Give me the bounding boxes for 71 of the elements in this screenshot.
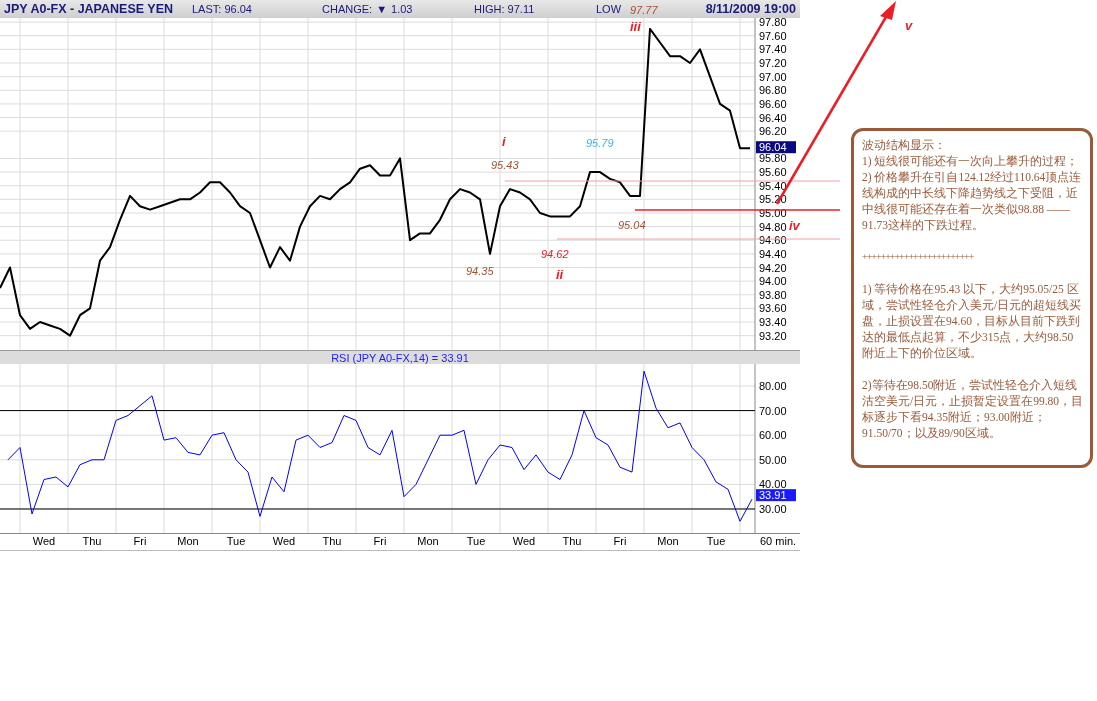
axis-label: 93.20 bbox=[759, 329, 787, 342]
wave-label: i bbox=[502, 134, 506, 149]
price-label: 95.43 bbox=[491, 159, 519, 171]
wave-label: ii bbox=[556, 267, 564, 282]
axis-label: 97.60 bbox=[759, 29, 787, 42]
axis-label: 95.40 bbox=[759, 179, 787, 192]
indicator-title: RSI (JPY A0-FX,14) = 33.91 bbox=[331, 352, 469, 364]
axis-label: Tue bbox=[706, 535, 726, 547]
high-price: HIGH: 97.11 bbox=[474, 1, 535, 17]
low-label: LOW bbox=[596, 1, 622, 17]
axis-label: 96.40 bbox=[759, 111, 787, 124]
price-label: 95.04 bbox=[618, 219, 646, 231]
axis-label: Thu bbox=[322, 535, 342, 547]
axis-label: Wed bbox=[512, 535, 536, 547]
wave-label: v bbox=[905, 18, 913, 33]
axis-label: 94.60 bbox=[759, 234, 787, 247]
price-tag: 96.04 bbox=[756, 141, 796, 154]
axis-label: Mon bbox=[417, 535, 439, 547]
axis-label: Fri bbox=[373, 535, 387, 547]
chart-title: JPY A0-FX - JAPANESE YEN bbox=[4, 0, 174, 18]
axis-label: 40.00 bbox=[759, 478, 787, 491]
axis-label: Tue bbox=[226, 535, 246, 547]
axis-label: 60.00 bbox=[759, 429, 787, 442]
change-value: 1.03 bbox=[391, 1, 413, 17]
axis-label: 97.80 bbox=[759, 18, 787, 29]
axis-label: 97.40 bbox=[759, 43, 787, 56]
axis-label: Tue bbox=[466, 535, 486, 547]
price-label: 94.62 bbox=[541, 248, 569, 260]
note-text: 波动结构显示： bbox=[862, 138, 947, 153]
last-price: LAST: 96.04 bbox=[192, 1, 252, 17]
axis-label: 95.60 bbox=[759, 166, 787, 179]
axis-label: Thu bbox=[82, 535, 102, 547]
value-tag: 33.91 bbox=[756, 489, 796, 502]
price-label: 97.77 bbox=[630, 4, 658, 16]
wave-label: iii bbox=[630, 19, 641, 34]
axis-label: 93.40 bbox=[759, 316, 787, 329]
axis-label: 93.80 bbox=[759, 288, 787, 301]
axis-label: Wed bbox=[32, 535, 56, 547]
separator-text: ++++++++++++++++++++++++ bbox=[862, 250, 974, 264]
axis-label: Fri bbox=[613, 535, 627, 547]
axis-label: Wed bbox=[272, 535, 296, 547]
axis-label: 70.00 bbox=[759, 404, 787, 417]
axis-label: 94.40 bbox=[759, 247, 787, 260]
axis-label: 97.00 bbox=[759, 70, 787, 83]
axis-label: 94.20 bbox=[759, 261, 787, 274]
axis-label: Mon bbox=[657, 535, 679, 547]
axis-label: 93.60 bbox=[759, 302, 787, 315]
date-time: 8/11/2009 19:00 bbox=[705, 0, 796, 18]
axis-label: 30.00 bbox=[759, 503, 787, 515]
price-label: 94.35 bbox=[466, 265, 494, 277]
note-text: 2) 价格攀升在引自124.12经过110.64顶点连线构成的中长线下降趋势线之下受阻，近中线很可能还存在着一次类似98.88 ——91.73这样的下跌过程。 bbox=[862, 170, 1083, 233]
axis-label: 95.80 bbox=[759, 152, 787, 165]
change-label: CHANGE: bbox=[322, 1, 373, 17]
axis-label: 97.20 bbox=[759, 57, 787, 69]
interval-label: 60 min. bbox=[760, 535, 797, 547]
axis-label: 50.00 bbox=[759, 453, 787, 466]
axis-label: 96.60 bbox=[759, 97, 787, 110]
wave-label: iv bbox=[789, 218, 800, 233]
down-triangle-icon: ▼ bbox=[376, 0, 387, 18]
axis-label: 94.80 bbox=[759, 220, 787, 233]
price-label: 95.79 bbox=[586, 137, 614, 149]
note-text: 2)等待在98.50附近，尝试性轻仓介入短线沽空美元/日元，止损暂定设置在99.80，目标逐步下看94.35附近；93.00附近；91.50/70；以及89/90区域。 bbox=[862, 378, 1085, 441]
axis-label: Fri bbox=[133, 535, 147, 547]
axis-label: Mon bbox=[177, 535, 199, 547]
note-text: 1) 短线很可能还有一次向上攀升的过程； bbox=[862, 154, 1080, 169]
axis-label: Thu bbox=[562, 535, 582, 547]
axis-label: 96.80 bbox=[759, 84, 787, 97]
note-text: 1) 等待价格在95.43 以下，大约95.05/25 区域，尝试性轻仓介入美元/日元的超短线买盘，止损设置在94.60，目标从目前下跌到达的最低点起算，不少315点，大约98.50附近上下的价位区域。 bbox=[862, 282, 1083, 361]
axis-label: 80.00 bbox=[759, 380, 787, 392]
axis-label: 96.20 bbox=[759, 125, 787, 138]
axis-label: 94.00 bbox=[759, 275, 787, 288]
